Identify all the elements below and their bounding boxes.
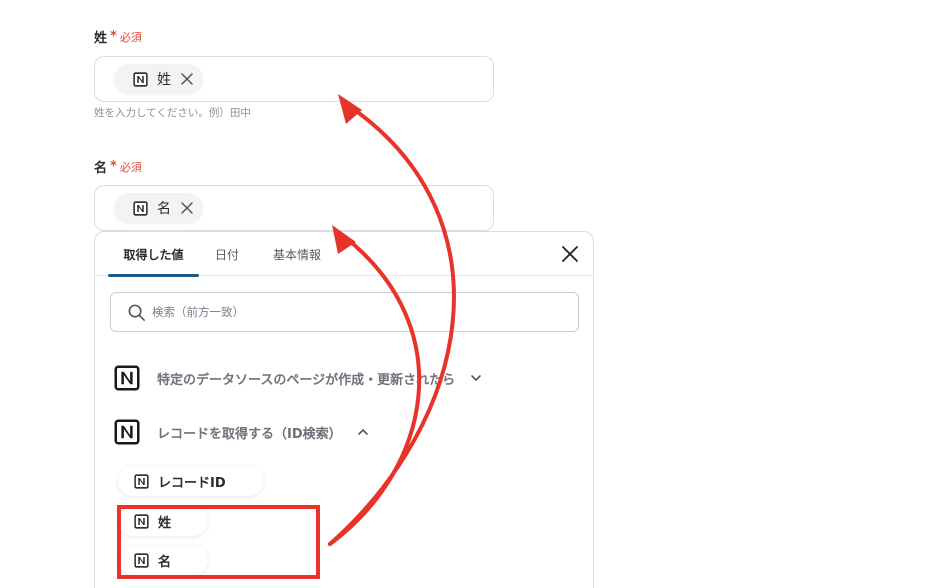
annotation-highlight-box: [117, 505, 320, 579]
tab-date[interactable]: 日付: [207, 232, 247, 276]
item-label: レコードID: [158, 475, 226, 491]
chevron-up-icon[interactable]: [357, 426, 369, 438]
value-item-record-id[interactable]: レコードID: [118, 466, 264, 496]
chip-label: 姓: [157, 72, 171, 88]
value-chip[interactable]: 姓: [114, 64, 203, 94]
chevron-down-icon[interactable]: [470, 372, 482, 384]
notion-icon: [114, 419, 140, 445]
field-label-first-name: 名 * 必須: [94, 157, 142, 176]
field-label-text: 姓: [94, 31, 108, 46]
required-badge: 必須: [119, 160, 142, 174]
field-label-text: 名: [94, 161, 108, 176]
last-name-field[interactable]: 姓: [94, 56, 494, 102]
group-trigger[interactable]: 特定のデータソースのページが作成・更新されたら: [112, 363, 482, 393]
notion-icon: [114, 365, 140, 391]
notion-icon: [133, 200, 148, 216]
close-icon[interactable]: [561, 245, 579, 263]
required-badge: 必須: [119, 30, 142, 44]
first-name-field[interactable]: 名: [94, 185, 494, 231]
tab-bar: 取得した値 日付 基本情報: [95, 232, 593, 277]
group-record-lookup[interactable]: レコードを取得する（ID検索）: [112, 417, 369, 447]
search-input[interactable]: 検索（前方一致）: [110, 292, 579, 332]
remove-chip-icon[interactable]: [179, 200, 195, 216]
notion-icon: [134, 473, 149, 489]
group-label: レコードを取得する（ID検索）: [157, 426, 342, 442]
tab-retrieved-values[interactable]: 取得した値: [108, 232, 199, 277]
remove-chip-icon[interactable]: [179, 71, 195, 87]
search-icon: [128, 304, 145, 321]
tab-basic-info[interactable]: 基本情報: [263, 232, 331, 276]
value-chip[interactable]: 名: [114, 193, 203, 223]
group-label: 特定のデータソースのページが作成・更新されたら: [157, 372, 456, 388]
required-mark: *: [110, 29, 117, 44]
required-mark: *: [110, 159, 117, 174]
notion-icon: [133, 71, 148, 87]
form-page: 姓 * 必須 姓 姓を入力してください。例）田中 名 * 必須 名 取得した値 …: [0, 0, 928, 588]
field-hint: 姓を入力してください。例）田中: [94, 107, 251, 119]
field-label-last-name: 姓 * 必須: [94, 27, 142, 46]
chip-label: 名: [157, 201, 171, 217]
search-placeholder: 検索（前方一致）: [152, 305, 244, 319]
